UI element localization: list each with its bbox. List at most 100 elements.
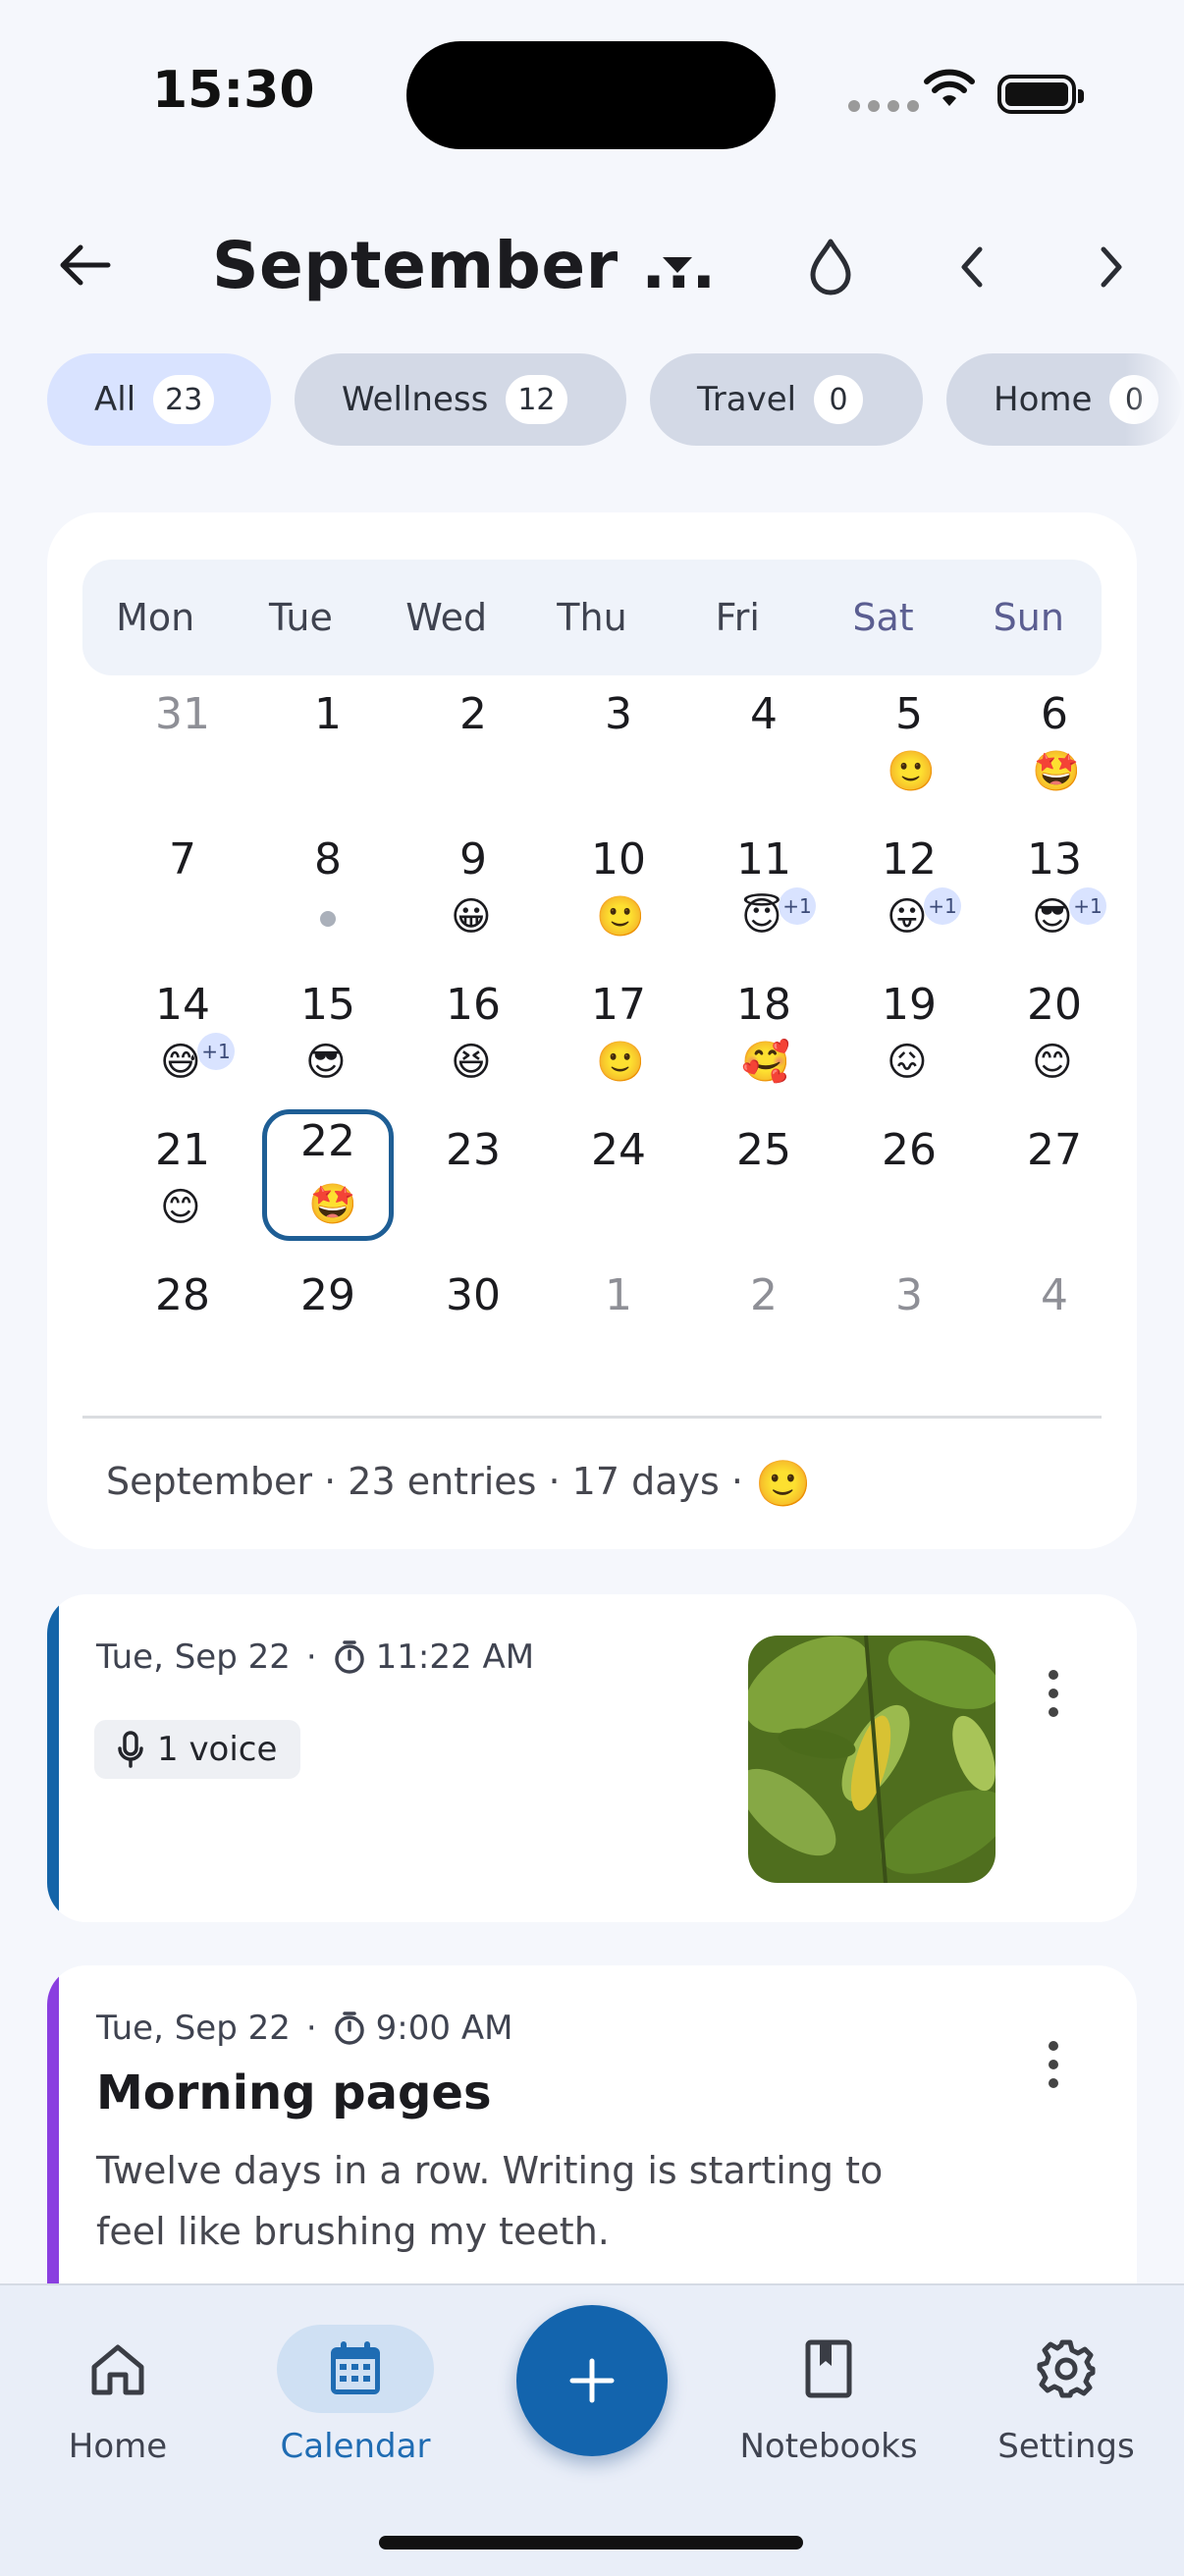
calendar-day[interactable]: 15 😎 [264, 972, 392, 1105]
calendar-day[interactable]: 31 [119, 681, 246, 815]
day-number: 26 [882, 1125, 937, 1175]
weekday-label: Fri [715, 596, 760, 639]
calendar-day[interactable]: 4 [991, 1262, 1118, 1396]
calendar-day[interactable]: 1 [264, 681, 392, 815]
weekday-header: Mon Tue Wed Thu Fri Sat Sun [82, 560, 1102, 675]
calendar-day[interactable]: 7 [119, 827, 246, 960]
calendar-day[interactable]: 11 😇 +1 [700, 827, 828, 960]
calendar-day[interactable]: 29 [264, 1262, 392, 1396]
calendar-day[interactable]: 19 😖 [845, 972, 973, 1105]
entry-photo-thumbnail[interactable] [748, 1636, 996, 1883]
day-number: 12 [882, 834, 937, 885]
day-number: 13 [1027, 834, 1082, 885]
nav-notebooks[interactable]: Notebooks [730, 2285, 927, 2501]
next-month-button[interactable] [1077, 228, 1146, 306]
calendar-day[interactable]: 3 [555, 681, 682, 815]
calendar-day[interactable]: 2 [700, 1262, 828, 1396]
month-title[interactable]: September ... [212, 228, 717, 303]
day-number: 21 [155, 1125, 210, 1175]
calendar-day[interactable]: 4 [700, 681, 828, 815]
day-number: 5 [895, 689, 923, 739]
weekday-label: Wed [405, 596, 488, 639]
day-number: 1 [314, 689, 342, 739]
chevron-left-icon [961, 246, 983, 288]
calendar-day[interactable]: 14 😅 +1 [119, 972, 246, 1105]
chip-label: All [94, 380, 136, 419]
chevron-right-icon [1101, 246, 1122, 288]
nav-settings[interactable]: Settings [968, 2285, 1164, 2501]
chip-count: 0 [814, 375, 864, 424]
calendar-day[interactable]: 26 [845, 1117, 973, 1251]
entry-more-button[interactable] [1029, 1649, 1078, 1738]
prev-month-button[interactable] [938, 228, 1006, 306]
mood-emoji: 😎 [305, 1040, 347, 1085]
calendar-day[interactable]: 13 😎 +1 [991, 827, 1118, 960]
day-number: 31 [155, 689, 210, 739]
calendar-day[interactable]: 25 [700, 1117, 828, 1251]
calendar-day[interactable]: 30 [409, 1262, 537, 1396]
nav-calendar-label: Calendar [280, 2427, 431, 2466]
chip-all[interactable]: All 23 [47, 353, 271, 446]
calendar-day[interactable]: 8 [264, 827, 392, 960]
chip-travel[interactable]: Travel 0 [650, 353, 923, 446]
voice-note-chip[interactable]: 1 voice [94, 1720, 301, 1779]
calendar-day[interactable]: 2 [409, 681, 537, 815]
mood-emoji: 🙂 [596, 894, 645, 939]
nav-home[interactable]: Home [20, 2285, 216, 2501]
weekday-label: Tue [268, 596, 333, 639]
calendar-day[interactable]: 3 [845, 1262, 973, 1396]
entry-card[interactable]: Tue, Sep 22 · 9:00 AM Morning pages Twel… [47, 1965, 1137, 2338]
calendar-day[interactable]: 6 🤩 [991, 681, 1118, 815]
day-number: 19 [882, 980, 937, 1030]
entry-card[interactable]: Tue, Sep 22 · 11:22 AM 1 voice [47, 1594, 1137, 1922]
back-button[interactable] [45, 226, 124, 304]
calendar-day[interactable]: 18 🥰 [700, 972, 828, 1105]
calendar-day[interactable]: 27 [991, 1117, 1118, 1251]
day-number: 23 [446, 1125, 501, 1175]
calendar-day[interactable]: 21 😊 [119, 1117, 246, 1251]
day-number: 27 [1027, 1125, 1082, 1175]
entry-more-button[interactable] [1029, 2020, 1078, 2109]
entry-meta: Tue, Sep 22 · 11:22 AM [96, 1637, 534, 1677]
calendar-day[interactable]: 17 🙂 [555, 972, 682, 1105]
weekday-label: Mon [116, 596, 195, 639]
calendar-day-today[interactable]: 22 🤩 [262, 1109, 394, 1241]
chip-label: Home [994, 380, 1093, 419]
gear-icon [1037, 2339, 1096, 2398]
entry-body: Twelve days in a row. Writing is startin… [96, 2149, 884, 2253]
calendar-day[interactable]: 12 😛 +1 [845, 827, 973, 960]
calendar-day[interactable]: 20 😊 [991, 972, 1118, 1105]
day-number: 2 [459, 689, 487, 739]
microphone-icon [118, 1731, 143, 1768]
mood-filter-button[interactable] [791, 228, 870, 306]
mood-emoji: 😊 [1032, 1040, 1073, 1085]
entry-title: Morning pages [96, 2066, 492, 2120]
mood-emoji: 🙂 [596, 1040, 645, 1085]
nav-home-icon-wrap [39, 2325, 196, 2413]
day-number: 16 [446, 980, 501, 1030]
entry-accent-bar [47, 1965, 59, 2338]
extra-entries-badge: +1 [924, 887, 961, 925]
nav-calendar[interactable]: Calendar [257, 2285, 454, 2501]
calendar-day[interactable]: 5 🙂 [845, 681, 973, 815]
nav-calendar-icon-wrap [277, 2325, 434, 2413]
calendar-day[interactable]: 1 [555, 1262, 682, 1396]
entry-time: 9:00 AM [375, 2009, 513, 2048]
calendar-day[interactable]: 10 🙂 [555, 827, 682, 960]
day-number: 3 [895, 1270, 923, 1320]
chip-wellness[interactable]: Wellness 12 [295, 353, 626, 446]
nav-notebooks-icon-wrap [750, 2325, 907, 2413]
calendar-day[interactable]: 16 😆 [409, 972, 537, 1105]
day-number: 15 [300, 980, 355, 1030]
calendar-day[interactable]: 28 [119, 1262, 246, 1396]
voice-note-label: 1 voice [157, 1730, 278, 1769]
calendar-day[interactable]: 24 [555, 1117, 682, 1251]
notebook-filter-chips: All 23 Wellness 12 Travel 0 Home 0 [47, 353, 1182, 446]
entry-date: Tue, Sep 22 [96, 2009, 291, 2048]
add-entry-button[interactable] [516, 2305, 668, 2456]
status-time: 15:30 [152, 61, 315, 120]
day-number: 24 [591, 1125, 646, 1175]
calendar-day[interactable]: 23 [409, 1117, 537, 1251]
calendar-day[interactable]: 9 😀 [409, 827, 537, 960]
month-dropdown-button[interactable] [648, 236, 707, 295]
